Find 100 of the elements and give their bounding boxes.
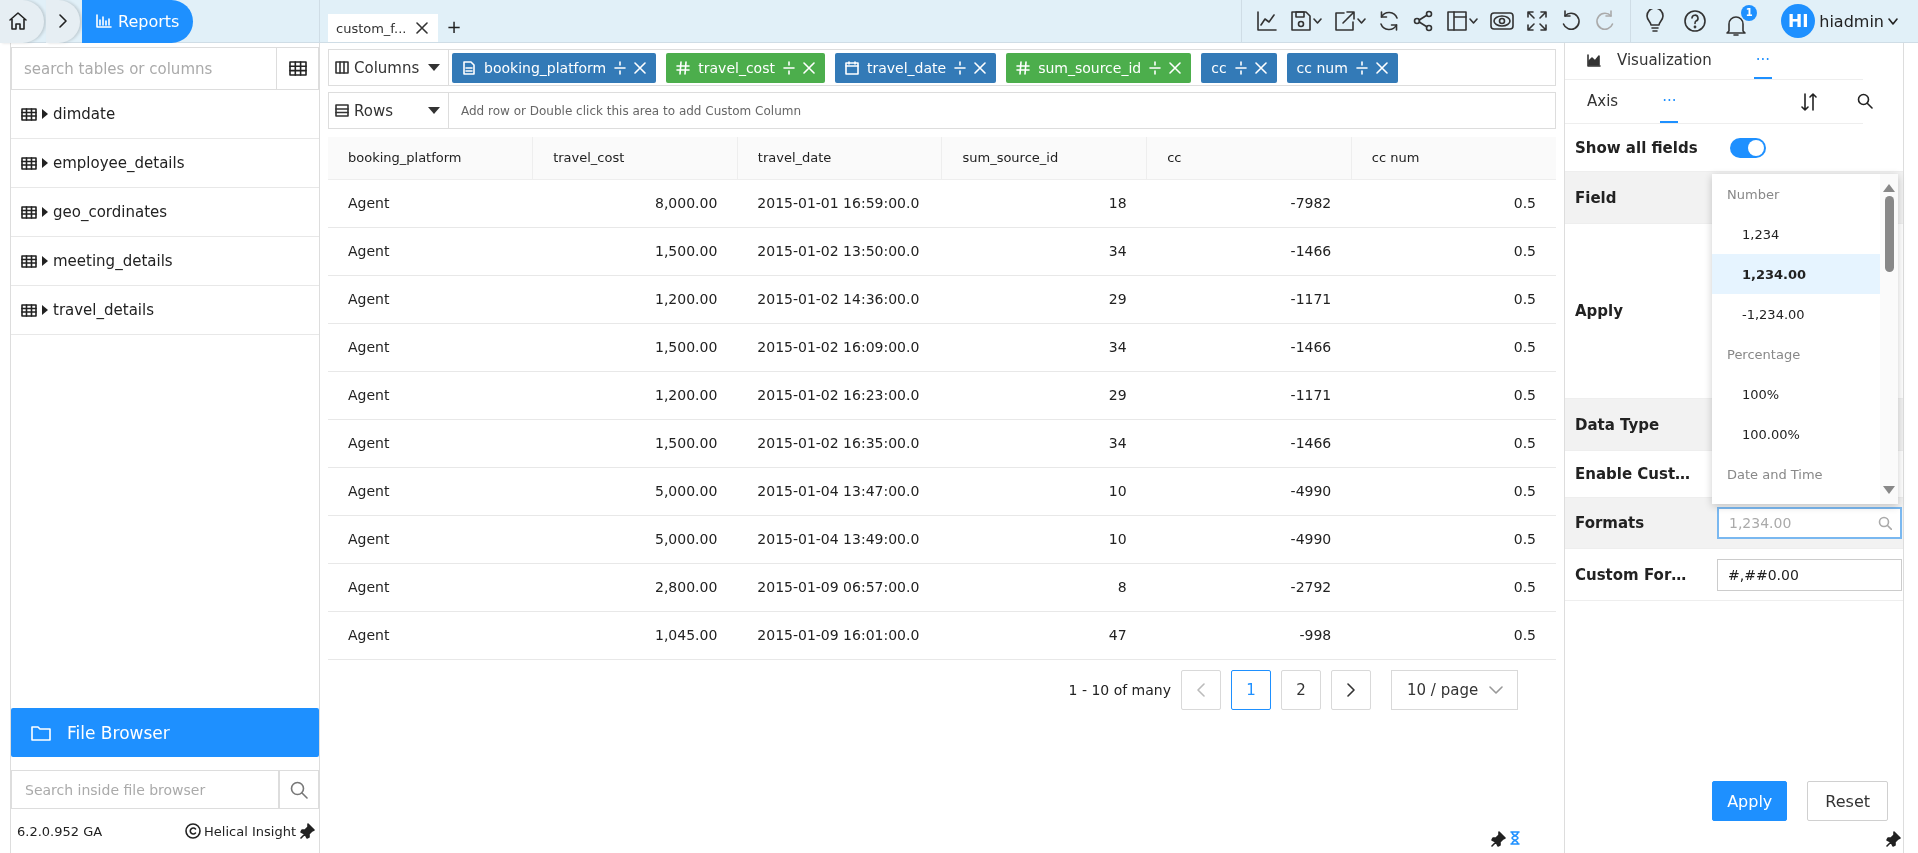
toggle-switch[interactable] (1729, 137, 1766, 158)
search-field[interactable]: search tables or columns (11, 47, 277, 90)
help-button[interactable] (1683, 9, 1708, 33)
format-search-field[interactable]: 1,234.00 (1717, 507, 1902, 539)
column-header[interactable]: sum_source_id (941, 137, 1147, 179)
option-group-label: Date and Time (1726, 465, 1824, 484)
table-cell: 2015-01-09 16:01:00.0 (737, 611, 942, 659)
hourglass-icon (1510, 831, 1520, 845)
column-header[interactable]: booking_platform (328, 137, 533, 179)
toolbar-button[interactable] (1490, 10, 1515, 32)
table-cell: -1466 (1146, 323, 1352, 371)
table-cell: -4990 (1146, 467, 1352, 515)
column-header[interactable]: travel_date (737, 137, 942, 179)
table-cell: Agent (328, 275, 533, 323)
format-option[interactable]: 1,234 (1712, 214, 1880, 254)
toolbar-button[interactable] (1526, 10, 1549, 32)
hash-icon (1016, 60, 1031, 75)
panel-tab[interactable]: Axis (1585, 80, 1621, 123)
table-view-button[interactable] (277, 47, 319, 90)
format-option[interactable]: -1,234.00 (1712, 294, 1880, 334)
format-option[interactable]: 100% (1712, 374, 1880, 414)
toolbar-button[interactable] (1256, 10, 1279, 32)
table-item[interactable]: meeting_details (11, 237, 319, 286)
page-size-dropdown[interactable]: 10 / page (1391, 669, 1518, 710)
toolbar-button[interactable] (1446, 10, 1479, 32)
table-cell: Agent (328, 179, 533, 227)
toolbar-button[interactable] (1334, 10, 1367, 32)
format-option[interactable]: 100.00% (1712, 414, 1880, 454)
search-icon (1857, 92, 1873, 109)
close-icon (802, 61, 815, 74)
user-menu[interactable]: HI hiadmin (1781, 4, 1898, 38)
table-cell: -4990 (1146, 515, 1352, 563)
table-cell: 10 (941, 515, 1147, 563)
table-cell: 47 (941, 611, 1147, 659)
scrollbar-thumb[interactable] (1884, 196, 1894, 272)
property-label: Apply (1575, 302, 1624, 320)
tips-button[interactable] (1645, 9, 1666, 33)
table-cell: -998 (1146, 611, 1352, 659)
table-cell: 10 (941, 467, 1147, 515)
toolbar-button[interactable] (1560, 10, 1583, 32)
table-cell: 0.5 (1351, 563, 1556, 611)
caret-down-icon (428, 63, 440, 72)
table-cell: 2015-01-02 16:09:00.0 (737, 323, 942, 371)
column-header[interactable]: cc num (1351, 137, 1556, 179)
table-cell: 1,045.00 (532, 611, 738, 659)
page-button[interactable]: 2 (1281, 669, 1321, 710)
panel-tab[interactable]: Visualization (1585, 43, 1714, 79)
close-icon (974, 61, 987, 74)
format-option[interactable]: 1,234.00 (1712, 254, 1880, 294)
caret-icon (1469, 18, 1479, 24)
search-field[interactable]: Search inside file browser (11, 770, 279, 809)
columns-icon (335, 61, 349, 74)
table-cell: 2015-01-02 16:35:00.0 (737, 419, 942, 467)
sort-button[interactable] (1801, 92, 1817, 111)
divide-icon (782, 60, 795, 75)
column-header[interactable]: cc (1146, 137, 1352, 179)
breadcrumb-separator[interactable] (46, 0, 80, 43)
rows-shelf-dropdown[interactable]: Rows (329, 93, 449, 128)
toolbar-button[interactable] (1290, 10, 1323, 32)
column-chip[interactable]: booking_platform (452, 52, 657, 83)
table-item[interactable]: geo_cordinates (11, 188, 319, 237)
table-item[interactable]: dimdate (11, 90, 319, 139)
home-button[interactable] (0, 0, 44, 43)
pin-icon (299, 823, 315, 839)
close-icon (1375, 61, 1388, 74)
new-tab-button[interactable]: + (446, 5, 462, 37)
table-item[interactable]: travel_details (11, 286, 319, 335)
table-cell: -7982 (1146, 179, 1352, 227)
lightbulb-icon (1645, 9, 1666, 33)
caret-icon (1357, 18, 1367, 24)
columns-shelf-dropdown[interactable]: Columns (329, 50, 449, 85)
next-page-button[interactable] (1331, 669, 1371, 710)
custom-format-field[interactable]: #,##0.00 (1717, 558, 1902, 591)
table-item[interactable]: employee_details (11, 139, 319, 188)
column-chip[interactable]: cc (1201, 52, 1277, 83)
table-cell: 2,800.00 (532, 563, 738, 611)
property-label: Custom For… (1575, 565, 1688, 584)
table-cell: 2015-01-02 16:23:00.0 (737, 371, 942, 419)
column-header[interactable]: travel_cost (532, 137, 738, 179)
column-chip[interactable]: travel_date (834, 52, 997, 83)
table-cell: 8,000.00 (532, 179, 738, 227)
search-button[interactable] (1857, 92, 1873, 111)
table-cell: 1,200.00 (532, 275, 738, 323)
search-icon (290, 780, 308, 799)
toolbar-button[interactable] (1412, 10, 1435, 32)
table-cell: 34 (941, 323, 1147, 371)
home-icon (8, 11, 28, 31)
report-tab[interactable]: custom_f... (328, 14, 439, 42)
column-chip[interactable]: cc num (1286, 52, 1398, 83)
table-cell: 5,000.00 (532, 467, 738, 515)
table-cell: 0.5 (1351, 323, 1556, 371)
user-name: hiadmin (1819, 11, 1884, 31)
table-icon (21, 303, 37, 317)
eye-icon (1490, 10, 1515, 32)
table-cell: 0.5 (1351, 515, 1556, 563)
table-icon (21, 254, 37, 268)
reset-button[interactable]: Reset (1807, 781, 1888, 821)
property-label: Formats (1575, 514, 1646, 532)
table-cell: -1171 (1146, 275, 1352, 323)
toolbar-button[interactable] (1378, 10, 1401, 32)
